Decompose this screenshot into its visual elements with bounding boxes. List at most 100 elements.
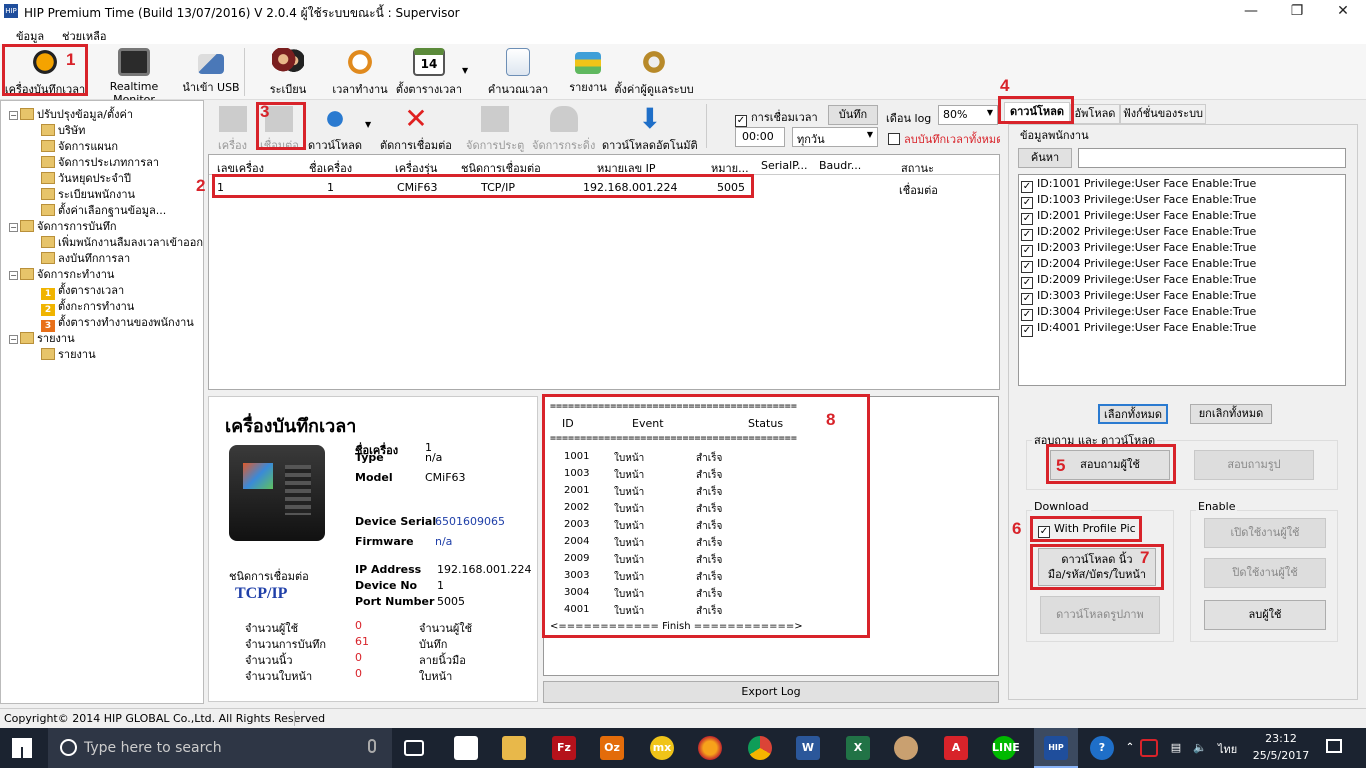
employee-list-item[interactable]: ✓ ID:2004 Privilege:User Face Enable:True bbox=[1021, 257, 1256, 273]
tree-collapse-icon[interactable]: − bbox=[9, 335, 18, 344]
toolbar-employee-records-button[interactable]: ระเบียนพนักงาน bbox=[250, 48, 326, 114]
word-icon[interactable]: W bbox=[796, 736, 820, 760]
filezilla-icon[interactable]: Fz bbox=[552, 736, 576, 760]
employee-list-item[interactable]: ✓ ID:1003 Privilege:User Face Enable:True bbox=[1021, 193, 1256, 209]
disable-user-button[interactable]: ปิดใช้งานผู้ใช้ bbox=[1204, 558, 1326, 588]
col-header[interactable]: Baudr... bbox=[819, 159, 861, 172]
table-row[interactable]: 1 1 CMiF63 TCP/IP 192.168.001.224 5005 เ… bbox=[209, 177, 999, 197]
with-profile-checkbox[interactable]: ✓ With Profile Pic bbox=[1038, 522, 1136, 538]
minimize-icon[interactable]: — bbox=[1228, 0, 1274, 24]
download-button[interactable]: ดาวน์โหลด bbox=[308, 106, 362, 154]
bell-manage-button[interactable]: จัดการกระดิ่ง bbox=[532, 106, 595, 154]
download-dropdown-arrow-icon[interactable]: ▼ bbox=[365, 120, 371, 129]
employee-list-item[interactable]: ✓ ID:2001 Privilege:User Face Enable:True bbox=[1021, 209, 1256, 225]
search-button[interactable]: ค้นหา bbox=[1018, 148, 1072, 168]
store-icon[interactable] bbox=[454, 736, 478, 760]
time-input[interactable]: 00:00 bbox=[735, 127, 785, 147]
hip-app-taskbar-button[interactable]: HIP bbox=[1034, 728, 1078, 768]
export-log-button[interactable]: Export Log bbox=[543, 681, 999, 703]
toolbar-schedule-button[interactable]: 14 ตั้งตารางเวลา bbox=[394, 48, 464, 98]
employee-list-item[interactable]: ✓ ID:2003 Privilege:User Face Enable:True bbox=[1021, 241, 1256, 257]
clock-date[interactable]: 25/5/2017 bbox=[1250, 749, 1312, 762]
tray-chevron-icon[interactable]: ⌃ bbox=[1118, 736, 1142, 760]
file-explorer-icon[interactable] bbox=[502, 736, 526, 760]
toolbar-admin-settings-button[interactable]: ตั้งค่าผู้ดูแลระบบ bbox=[612, 48, 696, 98]
query-photo-button[interactable]: สอบถามรูป bbox=[1194, 450, 1314, 480]
enable-user-button[interactable]: เปิดใช้งานผู้ใช้ bbox=[1204, 518, 1326, 548]
employee-check-icon[interactable]: ✓ bbox=[1021, 181, 1033, 193]
acrobat-icon[interactable]: A bbox=[944, 736, 968, 760]
tab-system-functions[interactable]: ฟังก์ชั่นของระบบ bbox=[1120, 104, 1206, 124]
clock-time[interactable]: 23:12 bbox=[1256, 732, 1306, 745]
tree-collapse-icon[interactable]: − bbox=[9, 223, 18, 232]
col-header[interactable]: เครื่องรุ่น bbox=[395, 159, 437, 177]
employee-check-icon[interactable]: ✓ bbox=[1021, 277, 1033, 289]
language-indicator[interactable]: ไทย bbox=[1218, 740, 1237, 758]
toolbar-calc-time-button[interactable]: คำนวณเวลาทำงาน bbox=[474, 48, 562, 114]
tab-download[interactable]: ดาวน์โหลด bbox=[1004, 102, 1070, 124]
chrome-icon[interactable] bbox=[748, 736, 772, 760]
search-input[interactable] bbox=[1078, 148, 1346, 168]
col-header[interactable]: หมาย... bbox=[711, 159, 749, 177]
col-header[interactable]: หมายเลข IP bbox=[597, 159, 656, 177]
employee-check-icon[interactable]: ✓ bbox=[1021, 261, 1033, 273]
employee-list-item[interactable]: ✓ ID:3004 Privilege:User Face Enable:True bbox=[1021, 305, 1256, 321]
employee-check-icon[interactable]: ✓ bbox=[1021, 197, 1033, 209]
col-header[interactable]: SerialP... bbox=[761, 159, 808, 172]
line-icon[interactable]: LINE bbox=[992, 736, 1020, 760]
download-photo-button[interactable]: ดาวน์โหลดรูปภาพ bbox=[1040, 596, 1160, 634]
col-header[interactable]: ชนิดการเชื่อมต่อ bbox=[461, 159, 541, 177]
col-header[interactable]: ชื่อเครื่อง bbox=[309, 159, 352, 177]
close-icon[interactable]: ✕ bbox=[1320, 0, 1366, 24]
excel-icon[interactable]: X bbox=[846, 736, 870, 760]
outlook-icon[interactable]: Oz bbox=[600, 736, 624, 760]
employee-list-item[interactable]: ✓ ID:4001 Privilege:User Face Enable:True bbox=[1021, 321, 1256, 337]
employee-list-item[interactable]: ✓ ID:3003 Privilege:User Face Enable:True bbox=[1021, 289, 1256, 305]
toolbar-work-time-button[interactable]: เวลาทำงาน bbox=[332, 48, 388, 98]
zoom-select[interactable]: 80% ▼ bbox=[938, 105, 998, 125]
deselect-all-button[interactable]: ยกเลิกทั้งหมด bbox=[1190, 404, 1272, 424]
schedule-dropdown-arrow-icon[interactable]: ▼ bbox=[462, 66, 468, 75]
connect-time-checkbox[interactable]: ✓ การเชื่อมเวลา bbox=[735, 108, 818, 127]
menu-data[interactable]: ข้อมูล bbox=[16, 27, 44, 45]
door-manage-button[interactable]: จัดการประตู bbox=[466, 106, 524, 154]
help-icon[interactable]: ? bbox=[1090, 736, 1114, 760]
volume-icon[interactable]: 🔈 bbox=[1188, 736, 1212, 760]
employee-check-icon[interactable]: ✓ bbox=[1021, 229, 1033, 241]
delete-user-button[interactable]: ลบผู้ใช้ bbox=[1204, 600, 1326, 630]
toolbar-realtime-monitor-button[interactable]: Realtime Monitor bbox=[92, 48, 176, 106]
employee-check-icon[interactable]: ✓ bbox=[1021, 293, 1033, 305]
employee-check-icon[interactable]: ✓ bbox=[1021, 309, 1033, 321]
firefox-icon[interactable] bbox=[698, 736, 722, 760]
toolbar-report-button[interactable]: รายงาน bbox=[566, 48, 610, 98]
restore-icon[interactable]: ❐ bbox=[1274, 0, 1320, 24]
save-button[interactable]: บันทึก bbox=[828, 105, 878, 125]
employee-list-item[interactable]: ✓ ID:1001 Privilege:User Face Enable:True bbox=[1021, 177, 1256, 193]
menu-help[interactable]: ช่วยเหลือ bbox=[62, 27, 106, 45]
employee-list-item[interactable]: ✓ ID:2002 Privilege:User Face Enable:True bbox=[1021, 225, 1256, 241]
task-view-icon[interactable] bbox=[404, 740, 424, 756]
download-fingerprint-button[interactable]: ดาวน์โหลด นิ้ว มือ/รหัส/บัตร/ใบหน้า bbox=[1038, 548, 1156, 586]
day-select[interactable]: ทุกวัน ▼ bbox=[792, 127, 878, 147]
delete-all-time-checkbox[interactable]: ลบบันทึกเวลาทั้งหมด bbox=[888, 130, 1000, 148]
toolbar-usb-import-button[interactable]: นำเข้า USB bbox=[182, 48, 240, 98]
employee-check-icon[interactable]: ✓ bbox=[1021, 213, 1033, 225]
col-header[interactable]: เลขเครื่อง bbox=[217, 159, 264, 177]
tab-upload[interactable]: อัพโหลด bbox=[1070, 104, 1120, 124]
tree-collapse-icon[interactable]: − bbox=[9, 271, 18, 280]
paint-icon[interactable] bbox=[894, 736, 918, 760]
employee-list-item[interactable]: ✓ ID:2009 Privilege:User Face Enable:True bbox=[1021, 273, 1256, 289]
network-icon[interactable]: ▤ bbox=[1164, 736, 1188, 760]
employee-check-icon[interactable]: ✓ bbox=[1021, 245, 1033, 257]
tray-app-icon[interactable] bbox=[1140, 739, 1158, 757]
disconnect-button[interactable]: ✕ ตัดการเชื่อมต่อ bbox=[380, 105, 452, 154]
windows-start-icon[interactable] bbox=[12, 738, 32, 758]
col-header[interactable]: สถานะ bbox=[901, 159, 934, 177]
query-user-button[interactable]: สอบถามผู้ใช้ bbox=[1050, 450, 1170, 480]
auto-download-button[interactable]: ⬇ ดาวน์โหลดอัตโนมัติ bbox=[602, 105, 698, 154]
employee-check-icon[interactable]: ✓ bbox=[1021, 325, 1033, 337]
tree-collapse-icon[interactable]: − bbox=[9, 111, 18, 120]
taskbar-search[interactable]: Type here to search bbox=[48, 728, 392, 768]
device-button[interactable]: เครื่อง bbox=[218, 106, 247, 154]
tree-item[interactable]: รายงาน bbox=[41, 345, 96, 363]
